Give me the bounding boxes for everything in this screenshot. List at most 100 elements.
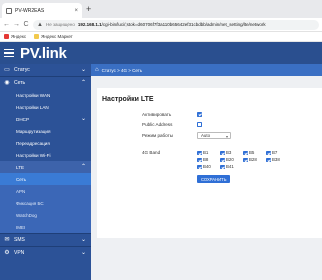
breadcrumb-text[interactable]: Статус > 4G > Сеть — [102, 68, 143, 73]
chevron-down-icon: ⌄ — [80, 237, 86, 243]
activate-checkbox[interactable] — [197, 112, 202, 117]
sidebar-item-label: LTE — [16, 164, 25, 170]
new-tab-button[interactable]: + — [86, 4, 91, 14]
mode-row: Режим работы Auto ▾ — [142, 132, 231, 139]
sidebar-item-routing[interactable]: Маршрутизация — [0, 125, 91, 137]
bookmark-yandex-market[interactable]: Яндекс Маркет — [34, 34, 73, 39]
sidebar-item-label: Маршрутизация — [16, 128, 51, 134]
bookmarks-bar: Яндекс Яндекс Маркет — [0, 32, 322, 42]
band-label: B1 — [203, 150, 209, 156]
browser-tab[interactable]: PV-WR2EAS × — [2, 3, 82, 18]
bookmark-yandex[interactable]: Яндекс — [4, 34, 26, 39]
band-checkbox[interactable] — [220, 164, 225, 169]
band-option[interactable]: B41 — [220, 164, 243, 170]
sidebar-item-sms[interactable]: ✉ SMS ⌄ — [0, 234, 91, 246]
sidebar-subitem-imei[interactable]: IMEI — [0, 221, 91, 233]
sidebar-item-lte[interactable]: LTE ⌃ — [0, 161, 91, 173]
band-option[interactable]: B28 — [243, 157, 266, 163]
activate-row: Активировать — [142, 112, 202, 117]
band-grid: B1 B3 B5 B7 B8 B20 B28 B38 B40 B41 — [197, 150, 289, 170]
sidebar-item-label: Настройки LAN — [16, 104, 49, 110]
sidebar-item-label: WatchDog — [16, 212, 37, 218]
yandex-icon — [4, 34, 9, 39]
sidebar-subitem-watchdog[interactable]: WatchDog — [0, 209, 91, 221]
logo: PV.link — [20, 44, 67, 62]
browser-tabstrip: PV-WR2EAS × + — [0, 0, 322, 18]
band-checkbox[interactable] — [197, 157, 202, 162]
band-checkbox[interactable] — [220, 150, 225, 155]
reload-button[interactable]: C — [23, 21, 29, 29]
sidebar-item-vpn[interactable]: ⚙ VPN ⌄ — [0, 247, 91, 259]
chevron-up-icon: ⌃ — [80, 164, 86, 170]
band-checkbox[interactable] — [220, 157, 225, 162]
activate-label: Активировать — [142, 112, 172, 117]
warning-icon[interactable]: ▲ — [37, 22, 43, 28]
url-path: /cgi-bin/luci/;stok=d60706f7f3a110b65642… — [101, 22, 266, 27]
band-option[interactable]: B40 — [197, 164, 220, 170]
page-icon — [6, 7, 12, 14]
sidebar-subitem-network[interactable]: Сеть — [0, 173, 91, 185]
address-bar[interactable]: ▲ Не защищено 192.168.1.1/cgi-bin/luci/;… — [33, 19, 319, 30]
sidebar-subitem-cell-lock[interactable]: Фиксация БС — [0, 197, 91, 209]
band-option[interactable]: B8 — [197, 157, 220, 163]
sidebar-item-label: Сеть — [14, 80, 26, 86]
band-option[interactable]: B20 — [220, 157, 243, 163]
back-button[interactable]: ← — [3, 21, 10, 29]
band-option[interactable]: B1 — [197, 150, 220, 156]
mode-label: Режим работы — [142, 133, 174, 138]
market-icon — [34, 34, 40, 39]
band-checkbox[interactable] — [243, 157, 248, 162]
band-label: B40 — [203, 164, 211, 170]
band-option[interactable]: B7 — [266, 150, 289, 156]
monitor-icon: ▭ — [4, 67, 10, 73]
sidebar-item-label: APN — [16, 188, 26, 194]
sidebar-item-label: Сеть — [16, 176, 27, 182]
globe-icon: ◉ — [4, 80, 10, 86]
sidebar-item-wifi[interactable]: Настройки Wi-Fi — [0, 149, 91, 161]
bookmark-label: Яндекс Маркет — [41, 34, 73, 39]
band-checkbox[interactable] — [266, 150, 271, 155]
band-option[interactable]: B38 — [266, 157, 289, 163]
sidebar-item-forwarding[interactable]: Переадресация — [0, 137, 91, 149]
band-label: B41 — [226, 164, 234, 170]
sidebar-subitem-apn[interactable]: APN — [0, 185, 91, 197]
forward-button[interactable]: → — [13, 21, 20, 29]
sidebar-item-label: Переадресация — [16, 140, 50, 146]
message-icon: ✉ — [4, 237, 10, 243]
band-label: B38 — [272, 157, 280, 163]
bookmark-label: Яндекс — [11, 34, 27, 39]
band-checkbox[interactable] — [197, 164, 202, 169]
band-checkbox[interactable] — [266, 157, 271, 162]
band-label: B5 — [249, 150, 255, 156]
sidebar-item-label: Статус — [14, 67, 30, 73]
band-option[interactable]: B5 — [243, 150, 266, 156]
sidebar-item-status[interactable]: ▭ Статус ⌄ — [0, 64, 91, 76]
band-option[interactable]: B3 — [220, 150, 243, 156]
app-header: PV.link — [0, 42, 322, 64]
gear-icon: ⚙ — [4, 250, 10, 256]
menu-icon[interactable] — [4, 48, 14, 58]
lte-settings-card: Настройки LTE Активировать Public Addres… — [97, 88, 322, 238]
sidebar-item-dhcp[interactable]: DHCP ⌄ — [0, 113, 91, 125]
chevron-down-icon: ▾ — [225, 134, 228, 139]
public-address-label: Public Address — [142, 122, 173, 127]
band-checkbox[interactable] — [243, 150, 248, 155]
band-label: B28 — [249, 157, 257, 163]
tab-title: PV-WR2EAS — [15, 7, 45, 14]
mode-select[interactable]: Auto ▾ — [197, 132, 231, 139]
url-text: 192.168.1.1/cgi-bin/luci/;stok=d60706f7f… — [78, 22, 266, 27]
close-tab-icon[interactable]: × — [74, 8, 78, 14]
public-address-checkbox[interactable] — [197, 122, 202, 127]
save-button[interactable]: СОХРАНИТЬ — [197, 175, 231, 183]
band-label: B8 — [203, 157, 209, 163]
band-label: B7 — [272, 150, 278, 156]
chevron-up-icon: ⌃ — [80, 80, 86, 86]
band-checkbox[interactable] — [197, 150, 202, 155]
browser-toolbar: ← → C ▲ Не защищено 192.168.1.1/cgi-bin/… — [0, 18, 322, 32]
band-label: B20 — [226, 157, 234, 163]
sidebar-item-network[interactable]: ◉ Сеть ⌃ — [0, 77, 91, 89]
sidebar-item-lan[interactable]: Настройки LAN — [0, 101, 91, 113]
public-address-row: Public Address — [142, 122, 202, 127]
sidebar-item-wan[interactable]: Настройки WAN — [0, 89, 91, 101]
home-icon[interactable]: ⌂ — [95, 67, 99, 73]
